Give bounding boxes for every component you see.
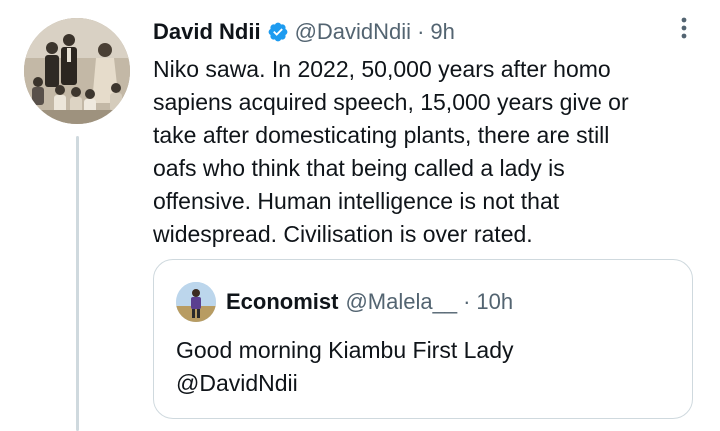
- quoted-author-handle[interactable]: @Malela__: [345, 289, 457, 315]
- tweet-text: Niko sawa. In 2022, 50,000 years after h…: [153, 56, 629, 247]
- quoted-tweet-timestamp[interactable]: 10h: [476, 289, 513, 315]
- person-photo-icon: [176, 282, 216, 322]
- tweet-header: David Ndii @DavidNdii · 9h: [153, 16, 698, 48]
- quoted-separator-dot: ·: [463, 289, 471, 314]
- separator-dot: ·: [417, 19, 425, 44]
- quoted-author-name[interactable]: Economist: [226, 289, 338, 315]
- tweet-content: David Ndii @DavidNdii · 9h Niko sawa. In…: [153, 16, 698, 251]
- quoted-tweet-header: Economist @Malela__ · 10h: [176, 282, 513, 322]
- verified-badge-icon: [267, 21, 289, 43]
- quoted-tweet-text: Good morning Kiambu First Lady @DavidNdi…: [176, 337, 514, 396]
- author-name[interactable]: David Ndii: [153, 19, 261, 45]
- author-handle[interactable]: @DavidNdii: [295, 19, 411, 45]
- quoted-author-avatar[interactable]: [176, 282, 216, 322]
- tweet[interactable]: David Ndii @DavidNdii · 9h Niko sawa. In…: [0, 0, 720, 431]
- author-avatar[interactable]: [24, 18, 130, 124]
- family-photo-icon: [24, 18, 130, 124]
- more-options-button[interactable]: [670, 14, 698, 42]
- thread-connector-line: [76, 136, 79, 431]
- avatar-column: [24, 18, 132, 124]
- more-options-icon: [681, 17, 687, 39]
- tweet-timestamp[interactable]: 9h: [430, 19, 454, 45]
- quoted-tweet[interactable]: Economist @Malela__ · 10h Good morning K…: [153, 259, 693, 419]
